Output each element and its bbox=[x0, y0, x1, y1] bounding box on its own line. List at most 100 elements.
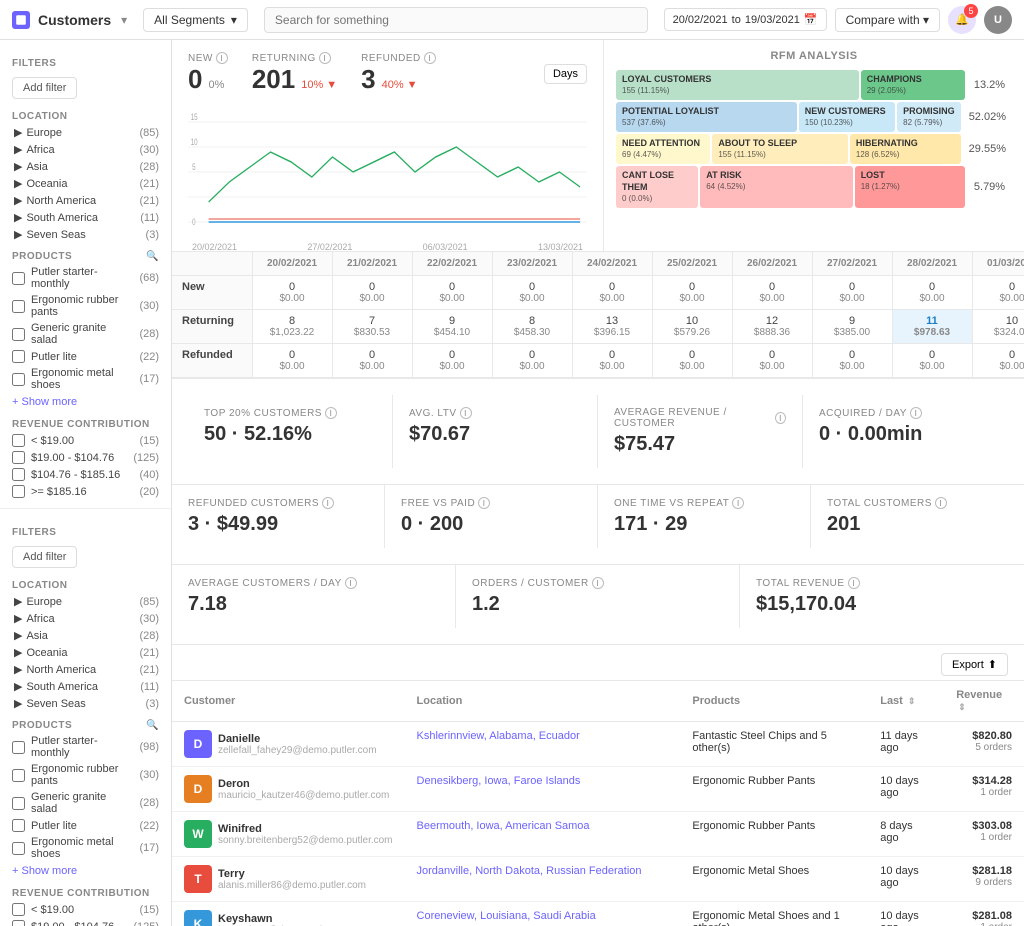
compare-button[interactable]: Compare with ▾ bbox=[835, 8, 940, 32]
metric-total-cust-label: TOTAL CUSTOMERS i bbox=[827, 497, 1008, 509]
filters-title-2: FILTERS bbox=[0, 517, 171, 542]
rfm-pct-4: 5.79% bbox=[967, 166, 1012, 208]
arrow-icon: ▶ bbox=[14, 697, 22, 710]
location-link[interactable]: Denesikberg, Iowa, Faroe Islands bbox=[417, 775, 581, 787]
col-header-5: 24/02/2021 bbox=[572, 252, 652, 276]
customer-table: Customer Location Products Last ⇕ Revenu… bbox=[172, 681, 1024, 926]
total-cust-info-icon: i bbox=[935, 497, 947, 509]
metric-total-revenue-label: TOTAL REVENUE i bbox=[756, 577, 1008, 589]
col-revenue[interactable]: Revenue ⇕ bbox=[944, 681, 1024, 722]
col-header-8: 27/02/2021 bbox=[812, 252, 892, 276]
sidebar-product-item-2[interactable]: Ergonomic metal shoes(17) bbox=[0, 834, 171, 862]
sidebar-revenue-item-2[interactable]: < $19.00(15) bbox=[0, 901, 171, 918]
sidebar-location-item-2[interactable]: ▶ Asia(28) bbox=[0, 627, 171, 644]
new-col5: 0$0.00 bbox=[572, 276, 652, 310]
sidebar-location-item-2[interactable]: ▶ South America(11) bbox=[0, 678, 171, 695]
returning-change: 10% ▼ bbox=[301, 79, 337, 91]
location-link[interactable]: Coreneview, Louisiana, Saudi Arabia bbox=[417, 910, 596, 922]
location-cell: Coreneview, Louisiana, Saudi Arabia bbox=[405, 902, 681, 926]
col-last[interactable]: Last ⇕ bbox=[868, 681, 944, 722]
ret-col1: 8$1,023.22 bbox=[252, 310, 332, 344]
sidebar-product-item[interactable]: Putler starter-monthly(68) bbox=[0, 264, 171, 292]
metric-avg-cust-day-value: 7.18 bbox=[188, 593, 439, 616]
sidebar-location-item[interactable]: ▶ Africa(30) bbox=[0, 141, 171, 158]
sidebar-location-item[interactable]: ▶ Europe(85) bbox=[0, 124, 171, 141]
stats-row: NEW i 0 0% RETURNING i bbox=[188, 52, 587, 95]
data-table-section: 20/02/2021 21/02/2021 22/02/2021 23/02/2… bbox=[172, 252, 1024, 379]
search-input[interactable] bbox=[264, 7, 648, 33]
main-layout: FILTERS Add filter LOCATION ▶ Europe(85)… bbox=[0, 40, 1024, 926]
customer-table-row[interactable]: T Terry alanis.miller86@demo.putler.com … bbox=[172, 857, 1024, 902]
sidebar-product-item[interactable]: Generic granite salad(28) bbox=[0, 320, 171, 348]
location-link[interactable]: Kshlerinnview, Alabama, Ecuador bbox=[417, 730, 580, 742]
refunded-arrow-icon: ▼ bbox=[407, 79, 418, 91]
notification-button[interactable]: 🔔 5 bbox=[948, 6, 976, 34]
customer-table-row[interactable]: K Keyshawn leonardo25@demo.putler.com Co… bbox=[172, 902, 1024, 926]
show-more-products[interactable]: + Show more bbox=[0, 393, 171, 411]
products-filter-group-2: Putler starter-monthly(98) Ergonomic rub… bbox=[0, 733, 171, 862]
sidebar-revenue-item[interactable]: $104.76 - $185.16(40) bbox=[0, 466, 171, 483]
products-search-icon[interactable]: 🔍 bbox=[146, 251, 159, 262]
sidebar-location-item-2[interactable]: ▶ North America(21) bbox=[0, 661, 171, 678]
products-cell: Ergonomic Rubber Pants bbox=[680, 812, 868, 857]
top20-info-icon: i bbox=[325, 407, 337, 419]
metric-acquired-value: 0 · 0.00min bbox=[819, 423, 992, 446]
add-filter-button[interactable]: Add filter bbox=[12, 77, 77, 99]
sidebar-location-item-2[interactable]: ▶ Seven Seas(3) bbox=[0, 695, 171, 712]
metric-refunded-cust-value: 3 · $49.99 bbox=[188, 513, 368, 536]
customer-cell: W Winifred sonny.breitenberg52@demo.putl… bbox=[172, 812, 405, 857]
sidebar-product-item-2[interactable]: Ergonomic rubber pants(30) bbox=[0, 761, 171, 789]
export-button[interactable]: Export ⬆ bbox=[941, 653, 1008, 676]
products-search-icon-2[interactable]: 🔍 bbox=[146, 720, 159, 731]
date-range-picker[interactable]: 20/02/2021 to 19/03/2021 📅 bbox=[664, 8, 827, 31]
sidebar-location-item[interactable]: ▶ Oceania(21) bbox=[0, 175, 171, 192]
metric-ltv-label: AVG. LTV i bbox=[409, 407, 581, 419]
col-header-3: 22/02/2021 bbox=[412, 252, 492, 276]
add-filter-button-2[interactable]: Add filter bbox=[12, 546, 77, 568]
sidebar-product-item[interactable]: Ergonomic metal shoes(17) bbox=[0, 365, 171, 393]
rfm-pct-2: 52.02% bbox=[963, 102, 1012, 132]
customer-table-row[interactable]: D Danielle zellefall_fahey29@demo.putler… bbox=[172, 722, 1024, 767]
show-more-products-2[interactable]: + Show more bbox=[0, 862, 171, 880]
customer-cell: D Deron mauricio_kautzer46@demo.putler.c… bbox=[172, 767, 405, 812]
sidebar-revenue-item[interactable]: $19.00 - $104.76(125) bbox=[0, 449, 171, 466]
sidebar-revenue-item-2[interactable]: $19.00 - $104.76(125) bbox=[0, 918, 171, 926]
sidebar-location-item[interactable]: ▶ Asia(28) bbox=[0, 158, 171, 175]
days-selector[interactable]: Days bbox=[544, 64, 587, 84]
new-col10: 0$0.00 bbox=[972, 276, 1024, 310]
sidebar-product-item-2[interactable]: Putler starter-monthly(98) bbox=[0, 733, 171, 761]
location-link[interactable]: Beermouth, Iowa, American Samoa bbox=[417, 820, 590, 832]
returning-info-icon: i bbox=[319, 52, 331, 64]
ref-col3: 0$0.00 bbox=[412, 344, 492, 378]
sidebar-location-item-2[interactable]: ▶ Europe(85) bbox=[0, 593, 171, 610]
sidebar-location-item[interactable]: ▶ Seven Seas(3) bbox=[0, 226, 171, 243]
revenue-filter-title: REVENUE CONTRIBUTION bbox=[0, 411, 171, 432]
sidebar-product-item-2[interactable]: Generic granite salad(28) bbox=[0, 789, 171, 817]
customers-data-table: 20/02/2021 21/02/2021 22/02/2021 23/02/2… bbox=[172, 252, 1024, 378]
rfm-potential-loyalist: POTENTIAL LOYALIST 537 (37.6%) bbox=[616, 102, 797, 132]
col-customer: Customer bbox=[172, 681, 405, 722]
sidebar-location-item[interactable]: ▶ North America(21) bbox=[0, 192, 171, 209]
sidebar-location-item[interactable]: ▶ South America(11) bbox=[0, 209, 171, 226]
user-avatar[interactable]: U bbox=[984, 6, 1012, 34]
sidebar-location-item-2[interactable]: ▶ Africa(30) bbox=[0, 610, 171, 627]
new-col2: 0$0.00 bbox=[332, 276, 412, 310]
ret-col7: 12$888.36 bbox=[732, 310, 812, 344]
customer-table-row[interactable]: D Deron mauricio_kautzer46@demo.putler.c… bbox=[172, 767, 1024, 812]
sidebar-revenue-item[interactable]: >= $185.16(20) bbox=[0, 483, 171, 500]
sidebar-location-item-2[interactable]: ▶ Oceania(21) bbox=[0, 644, 171, 661]
revenue-cell: $303.08 1 order bbox=[944, 812, 1024, 857]
refunded-label: REFUNDED i bbox=[361, 52, 436, 64]
sidebar-product-item[interactable]: Putler lite(22) bbox=[0, 348, 171, 365]
main-content: NEW i 0 0% RETURNING i bbox=[172, 40, 1024, 926]
arrow-icon: ▶ bbox=[14, 143, 22, 156]
data-table-body: New 0$0.00 0$0.00 0$0.00 0$0.00 0$0.00 0… bbox=[172, 276, 1024, 378]
location-link[interactable]: Jordanville, North Dakota, Russian Feder… bbox=[417, 865, 642, 877]
segment-selector[interactable]: All Segments ▾ bbox=[143, 8, 248, 32]
left-sidebar: FILTERS Add filter LOCATION ▶ Europe(85)… bbox=[0, 40, 172, 926]
orders-cust-info-icon: i bbox=[592, 577, 604, 589]
sidebar-product-item[interactable]: Ergonomic rubber pants(30) bbox=[0, 292, 171, 320]
customer-table-row[interactable]: W Winifred sonny.breitenberg52@demo.putl… bbox=[172, 812, 1024, 857]
sidebar-product-item-2[interactable]: Putler lite(22) bbox=[0, 817, 171, 834]
sidebar-revenue-item[interactable]: < $19.00(15) bbox=[0, 432, 171, 449]
